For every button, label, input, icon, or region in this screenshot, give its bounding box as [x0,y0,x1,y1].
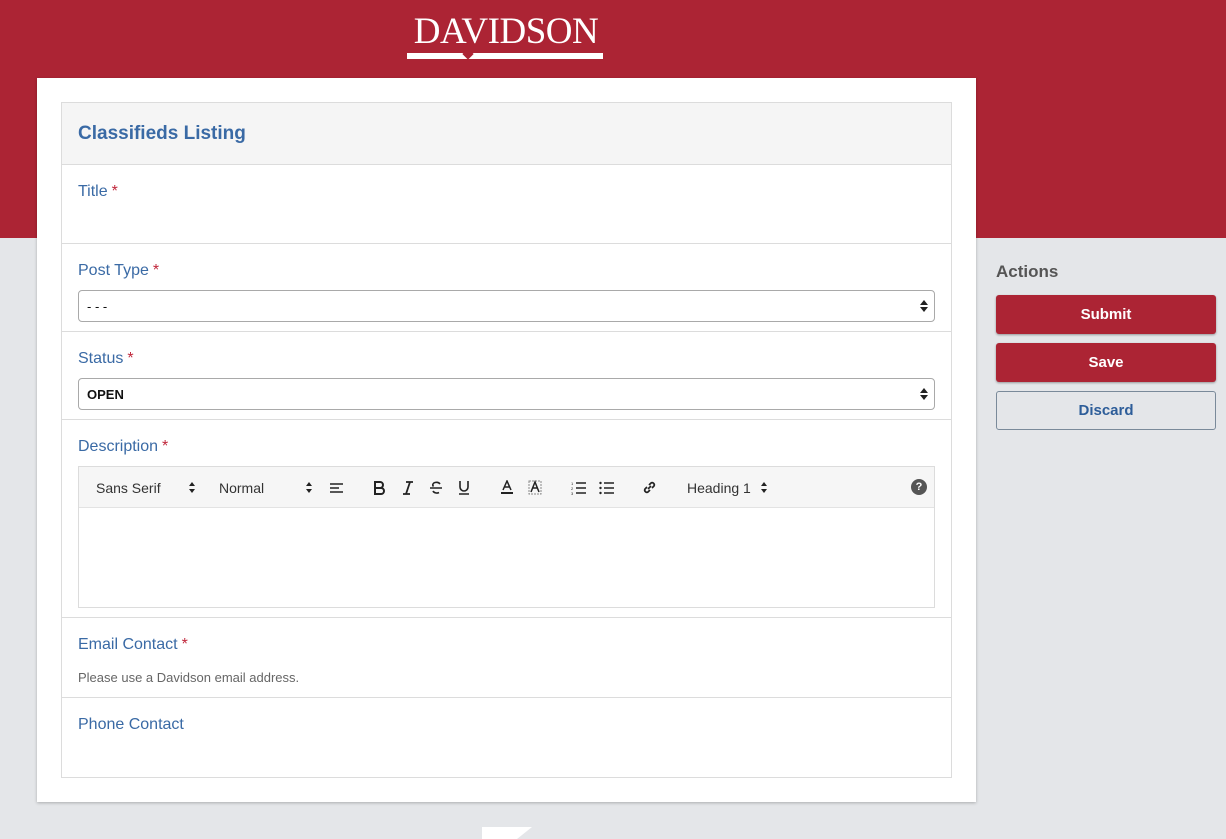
post-type-select[interactable]: - - - [78,290,935,322]
status-field: Status * OPEN [62,332,951,420]
footer-decoration [482,827,532,839]
form-panel: Classifieds Listing Title * Post Type * - … [61,102,952,778]
align-left-icon[interactable] [329,467,345,508]
post-type-field: Post Type * - - - [62,244,951,332]
select-arrows-icon [188,481,197,494]
description-label: Description * [78,438,169,455]
post-type-value: - - - [87,298,108,314]
actions-title: Actions [996,262,1059,281]
required-marker: * [127,350,134,367]
editor-content-area[interactable] [79,508,934,607]
logo-text: DAVIDSON [413,11,599,52]
form-header: Classifieds Listing [62,103,951,165]
phone-label: Phone Contact [78,716,184,733]
select-arrows-icon [760,481,769,494]
underline-icon[interactable] [457,467,471,508]
required-marker: * [181,636,188,653]
post-type-label: Post Type * [78,262,160,279]
phone-field[interactable]: Phone Contact [62,698,951,776]
form-card: Classifieds Listing Title * Post Type * - … [37,78,976,802]
text-color-icon[interactable] [500,467,514,508]
select-arrows-icon [920,387,928,401]
rich-text-editor: Sans Serif Normal 1 2 3 Heading 1 ? [78,466,935,608]
help-icon[interactable]: ? [911,479,927,495]
actions-panel: Actions Submit Save Discard [996,262,1216,439]
background-color-icon[interactable] [528,467,542,508]
strike-icon[interactable] [429,467,443,508]
select-arrows-icon [920,299,928,313]
italic-icon[interactable] [402,467,414,508]
required-marker: * [162,438,169,455]
status-select[interactable]: OPEN [78,378,935,410]
email-label: Email Contact * [78,636,188,653]
bold-icon[interactable] [373,467,385,508]
heading-value: Heading 1 [687,479,751,496]
title-field[interactable]: Title * [62,165,951,244]
logo-underline [407,53,603,59]
font-family-select[interactable]: Sans Serif [96,467,197,508]
font-family-value: Sans Serif [96,479,161,496]
title-label: Title * [78,183,118,200]
save-button[interactable]: Save [996,343,1216,382]
required-marker: * [111,183,118,200]
form-title: Classifieds Listing [78,122,246,144]
bullet-list-icon[interactable] [599,467,614,508]
submit-button[interactable]: Submit [996,295,1216,334]
discard-button[interactable]: Discard [996,391,1216,430]
font-size-value: Normal [219,479,265,496]
link-icon[interactable] [642,467,657,508]
davidson-logo[interactable]: DAVIDSON [406,12,606,62]
status-label: Status * [78,350,134,367]
heading-select[interactable]: Heading 1 [687,467,769,508]
status-value: OPEN [87,386,124,402]
email-field[interactable]: Email Contact * Please use a Davidson ema… [62,618,951,698]
svg-text:3: 3 [571,491,574,495]
font-size-select[interactable]: Normal [219,467,314,508]
required-marker: * [152,262,160,279]
select-arrows-icon [306,481,314,494]
editor-toolbar: Sans Serif Normal 1 2 3 Heading 1 ? [79,467,934,508]
email-help-text: Please use a Davidson email address. [78,670,300,685]
description-field: Description * Sans Serif Normal 1 2 3 He… [62,420,951,618]
ordered-list-icon[interactable]: 123 [571,467,586,508]
